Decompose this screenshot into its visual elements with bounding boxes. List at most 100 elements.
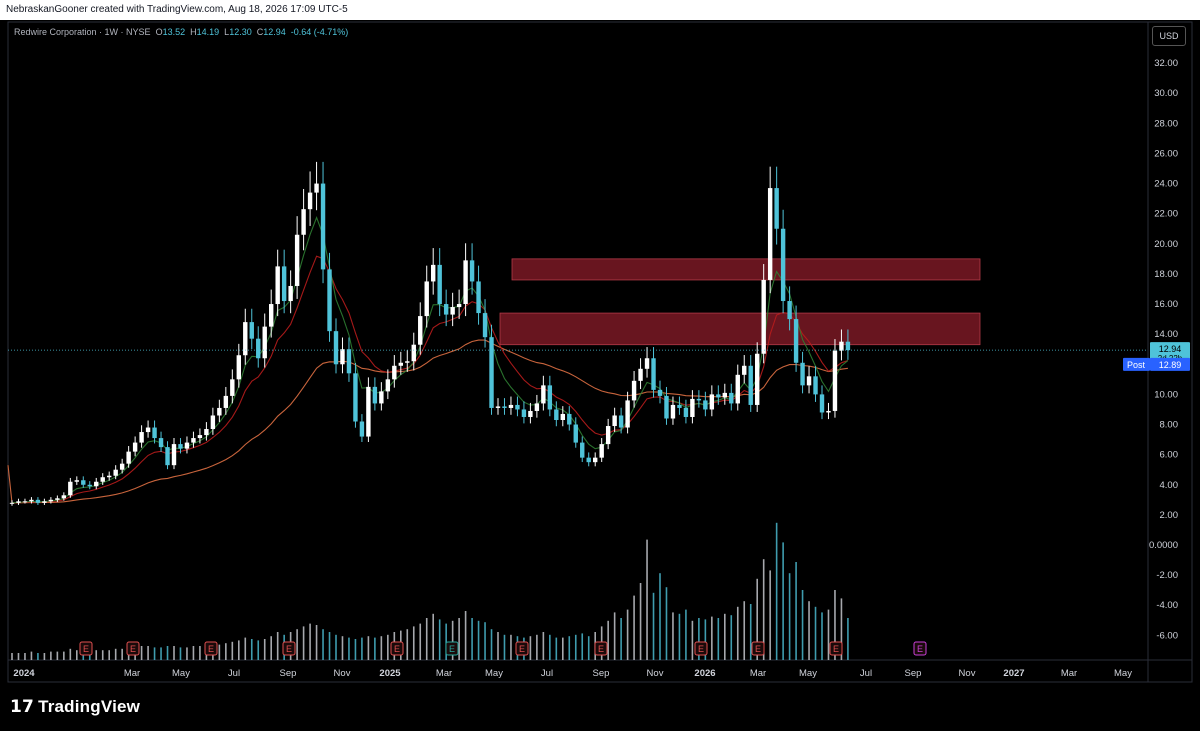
volume-bar	[458, 618, 460, 660]
volume-bar	[166, 646, 169, 660]
footer	[0, 690, 1200, 731]
candle-body	[431, 264, 436, 282]
x-tick-label: Nov	[647, 668, 664, 679]
candle-body	[152, 427, 157, 439]
x-tick-label: Jul	[541, 668, 553, 679]
tradingview-logo-text: TradingView	[38, 697, 141, 716]
candle-body	[385, 379, 391, 392]
candle-body	[515, 404, 520, 410]
x-tick-label: Nov	[959, 668, 976, 679]
candle-body	[463, 260, 468, 305]
candle-body	[625, 400, 630, 428]
volume-bar	[484, 622, 486, 660]
candle-body	[281, 266, 287, 302]
candle-body	[48, 499, 54, 502]
candle-body	[22, 501, 28, 503]
candle-body	[418, 316, 423, 345]
y-tick-label: 20.00	[1154, 239, 1178, 250]
earnings-marker-label: E	[519, 644, 525, 654]
volume-bar	[685, 609, 687, 660]
earnings-marker-label: E	[208, 644, 214, 654]
volume-bar	[63, 651, 65, 660]
candle-body	[690, 398, 695, 417]
candle-body	[55, 498, 60, 500]
candle-body	[443, 304, 449, 315]
candle-body	[735, 374, 740, 404]
x-tick-label: Sep	[905, 668, 922, 679]
x-tick-label: Mar	[436, 668, 452, 679]
volume-bar	[717, 618, 720, 660]
volume-bar	[587, 636, 590, 660]
candle-body	[450, 307, 455, 315]
resistance-zone	[499, 312, 981, 346]
candle-body	[314, 183, 319, 193]
volume-bar	[607, 620, 609, 660]
volume-bar	[821, 612, 823, 660]
candle-body	[94, 481, 99, 487]
moving-average-mid	[11, 255, 849, 504]
volume-bar	[406, 629, 409, 660]
volume-bar	[302, 626, 305, 660]
candle-body	[651, 358, 656, 390]
candle-body	[612, 415, 617, 427]
volume-bar	[387, 634, 389, 660]
candle-body	[502, 406, 507, 408]
volume-bar	[50, 651, 52, 660]
candle-body	[197, 435, 203, 439]
volume-bar	[153, 647, 156, 660]
y-tick-label: 8.00	[1160, 420, 1179, 431]
price-chart[interactable]: E E E E E E E E E E E E 32.00 30.00 28.00 26.00 24.00 22…	[0, 0, 1200, 690]
volume-bar	[238, 640, 240, 660]
volume-bar	[199, 646, 201, 660]
candle-body	[482, 313, 488, 338]
volume-bar	[555, 637, 558, 660]
volume-bar	[743, 601, 746, 660]
candle-body	[230, 379, 235, 396]
x-tick-label: 2024	[13, 668, 35, 679]
y-tick-label: -4.00	[1156, 600, 1178, 611]
candle-body	[567, 413, 572, 425]
candle-body	[424, 281, 429, 317]
tradingview-logo[interactable]: 17 TradingView	[10, 697, 140, 717]
candle-body	[534, 403, 540, 411]
y-tick-label: 30.00	[1154, 88, 1178, 99]
candle-body	[722, 392, 727, 398]
volume-bar	[665, 587, 668, 660]
x-tick-label: Mar	[124, 668, 140, 679]
volume-bar	[17, 653, 20, 660]
earnings-marker-label: E	[755, 644, 761, 654]
candle-body	[204, 429, 209, 436]
volume-bar	[309, 623, 311, 660]
candle-body	[132, 442, 138, 452]
candle-body	[256, 338, 261, 359]
volume-bar	[276, 632, 279, 660]
volume-bar	[620, 618, 622, 660]
volume-bar	[315, 625, 318, 660]
volume-bar	[678, 613, 681, 660]
volume-bar	[497, 632, 499, 660]
volume-bar	[574, 634, 577, 660]
volume-bar	[581, 633, 584, 660]
candle-body	[68, 481, 73, 496]
volume-bar	[231, 641, 234, 660]
volume-bar	[361, 637, 363, 660]
candle-body	[139, 432, 144, 443]
candle-body	[839, 341, 844, 351]
x-tick-label: Mar	[1061, 668, 1077, 679]
candle-body	[288, 285, 293, 302]
volume-bar	[322, 629, 324, 660]
candle-body	[113, 469, 118, 476]
volume-bar	[140, 646, 143, 660]
x-tick-label: Nov	[334, 668, 351, 679]
volume-bar	[173, 646, 175, 660]
x-tick-label: 2026	[694, 668, 715, 679]
candle-body	[158, 438, 164, 448]
volume-bar	[179, 647, 182, 660]
volume-bar	[56, 651, 59, 660]
candle-body	[9, 502, 15, 504]
candle-body	[800, 362, 805, 386]
candle-body	[521, 409, 527, 417]
volume-bar	[782, 542, 784, 660]
volume-bar	[419, 623, 422, 660]
candle-body	[793, 319, 799, 363]
